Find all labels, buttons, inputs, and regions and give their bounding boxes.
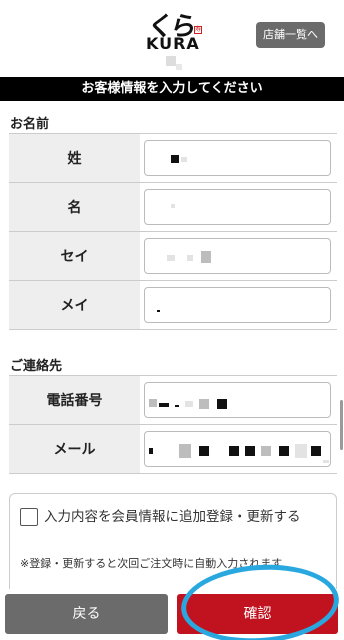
- last-name-kana-label: セイ: [9, 232, 140, 280]
- logo-subtext: KURA: [146, 34, 200, 53]
- back-button[interactable]: 戻る: [5, 594, 168, 634]
- redacted-text: [167, 255, 175, 261]
- form-row-first-name: 名: [9, 183, 337, 232]
- redacted-text: [201, 251, 211, 263]
- form-row-last-name-kana: セイ: [9, 232, 337, 281]
- redacted-text: [199, 399, 209, 409]
- first-name-kana-label: メイ: [9, 281, 140, 329]
- email-input[interactable]: [144, 431, 331, 467]
- name-form-table: 姓 名 セイ メイ: [9, 133, 337, 330]
- redacted-text: [179, 444, 191, 458]
- member-registration-label[interactable]: 入力内容を会員情報に追加登録・更新する: [20, 506, 330, 529]
- redaction-mark: [166, 56, 176, 66]
- contact-section-label: ご連絡先: [10, 359, 63, 374]
- redacted-text: [217, 399, 227, 409]
- last-name-input[interactable]: [144, 140, 331, 176]
- redacted-text: [323, 460, 329, 463]
- customer-info-page: くら KURA 寿 店舗一覧へ お客様情報を入力してください お名前 姓 名 セ…: [0, 0, 344, 640]
- redacted-text: [245, 446, 255, 456]
- scrollbar[interactable]: [340, 400, 343, 450]
- header: くら KURA 寿 店舗一覧へ: [0, 0, 344, 76]
- redacted-text: [185, 401, 193, 407]
- member-registration-note: ※登録・更新すると次回ご注文時に自動入力されます: [20, 557, 283, 570]
- email-label: メール: [9, 425, 140, 473]
- form-row-email: メール: [9, 425, 337, 474]
- phone-label: 電話番号: [9, 376, 140, 424]
- redacted-text: [261, 446, 271, 456]
- first-name-kana-input[interactable]: [144, 287, 331, 323]
- redacted-text: [149, 399, 157, 407]
- first-name-input[interactable]: [144, 189, 331, 225]
- confirm-button[interactable]: 確認: [177, 594, 338, 634]
- redacted-text: [181, 157, 187, 162]
- redacted-text: [199, 446, 209, 456]
- last-name-kana-input[interactable]: [144, 238, 331, 274]
- contact-form-table: 電話番号 メール: [9, 375, 337, 474]
- form-row-first-name-kana: メイ: [9, 281, 337, 330]
- store-list-button[interactable]: 店舗一覧へ: [256, 22, 325, 48]
- redacted-text: [171, 155, 179, 163]
- redacted-text: [175, 405, 179, 407]
- logo-seal: 寿: [194, 26, 202, 34]
- name-section-label: お名前: [10, 117, 50, 132]
- redacted-text: [157, 310, 160, 312]
- redacted-text: [229, 446, 239, 456]
- redacted-text: [295, 444, 307, 458]
- member-registration-option: 入力内容を会員情報に追加登録・更新する ※登録・更新すると次回ご注文時に自動入力…: [9, 493, 337, 603]
- redacted-text: [311, 446, 321, 456]
- last-name-label: 姓: [9, 134, 140, 182]
- first-name-label: 名: [9, 183, 140, 231]
- redacted-text: [187, 255, 193, 261]
- form-row-phone: 電話番号: [9, 376, 337, 425]
- redacted-text: [149, 448, 153, 454]
- kura-logo[interactable]: くら KURA 寿: [142, 6, 204, 53]
- redacted-text: [279, 446, 289, 456]
- phone-input[interactable]: [144, 382, 331, 418]
- bottom-action-bar: 戻る 確認: [0, 589, 344, 640]
- redacted-text: [159, 403, 169, 407]
- redacted-text: [171, 204, 175, 208]
- redaction-mark: [176, 64, 182, 70]
- page-title: お客様情報を入力してください: [0, 77, 344, 101]
- form-row-last-name: 姓: [9, 134, 337, 183]
